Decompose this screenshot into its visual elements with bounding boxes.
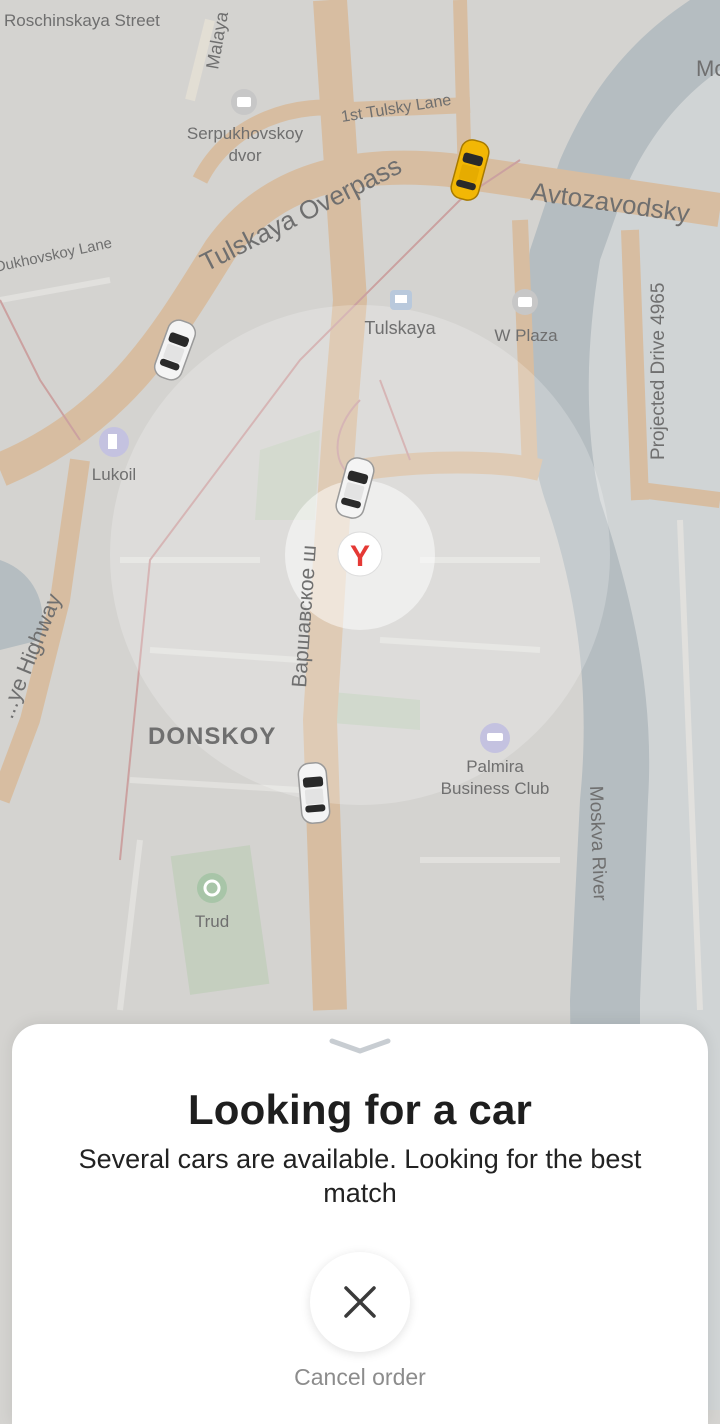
district-label-donskoy: DONSKOY [148,723,276,750]
sheet-subtitle: Several cars are available. Looking for … [78,1144,642,1208]
river-label: Moskva River [585,785,610,901]
street-label-roschinskaya: Roschinskaya Street [4,11,160,30]
poi-label-tulskaya: Tulskaya [364,318,436,338]
taxi-car-3 [296,761,332,825]
street-label-projected-drive: Projected Drive 4965 [648,283,669,460]
pickup-location-marker[interactable]: Y [337,531,383,577]
sheet-title: Looking for a car [187,1086,533,1133]
poi-label-trud: Trud [195,912,229,931]
poi-label-serpukhovskoy: Serpukhovskoy [187,124,304,143]
map-label-mo: Mo [696,56,720,81]
yandex-logo-icon: Y [350,540,370,573]
poi-label-palmira: Palmira [466,757,524,776]
poi-label-w-plaza: W Plaza [494,326,558,345]
cancel-order-label[interactable]: Cancel order [12,1364,708,1391]
close-icon [344,1286,376,1318]
poi-label-business-club: Business Club [441,779,550,798]
chevron-down-icon[interactable] [328,1036,392,1056]
cancel-order-button[interactable] [310,1252,410,1352]
poi-label-lukoil: Lukoil [92,465,136,484]
order-status-sheet: Looking for a car Several cars are avail… [12,1024,708,1424]
poi-label-dvor: dvor [228,146,261,165]
